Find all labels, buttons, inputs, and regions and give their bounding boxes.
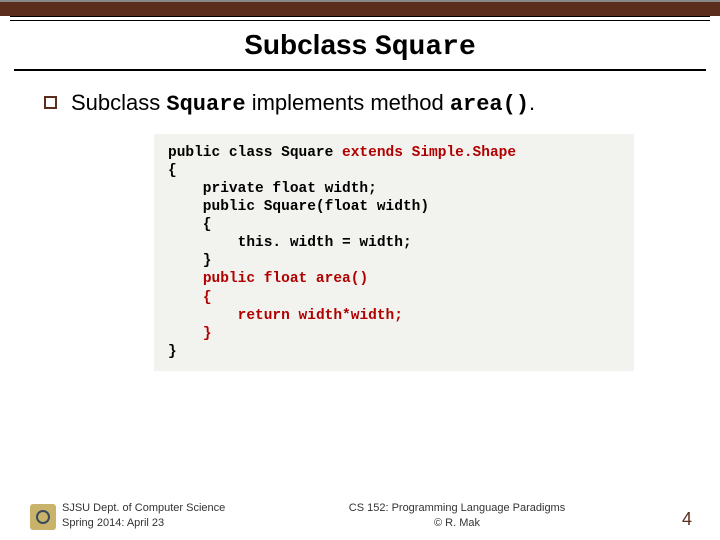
code-line: }: [168, 252, 620, 270]
bullet-suffix: .: [529, 90, 535, 115]
code-line: }: [168, 343, 620, 361]
code-text: public class Square: [168, 145, 342, 161]
rule-line-2: [10, 19, 710, 21]
code-line: this. width = width;: [168, 234, 620, 252]
title-mono: Square: [375, 32, 476, 63]
code-line: public Square(float width): [168, 198, 620, 216]
code-highlight: public float area(): [203, 271, 368, 287]
code-line: public float area(): [168, 270, 620, 288]
bullet-box-icon: [44, 96, 57, 109]
footer: SJSU Dept. of Computer Science Spring 20…: [0, 501, 720, 530]
code-line: public class Square extends Simple.Shape: [168, 144, 620, 162]
footer-dept: SJSU Dept. of Computer Science: [62, 501, 262, 515]
code-highlight: {: [203, 290, 212, 306]
footer-copyright: © R. Mak: [262, 516, 652, 530]
bullet-item: Subclass Square implements method area()…: [44, 89, 686, 120]
footer-date: Spring 2014: April 23: [62, 516, 262, 530]
footer-course: CS 152: Programming Language Paradigms: [262, 501, 652, 515]
page-number: 4: [652, 509, 692, 530]
code-highlight: return width*width;: [238, 308, 403, 324]
slide-title: Subclass Square: [0, 29, 720, 63]
code-line: private float width;: [168, 180, 620, 198]
code-indent: [168, 290, 203, 306]
bullet-mono-1: Square: [166, 92, 245, 117]
rule-line-1: [10, 16, 710, 17]
code-highlight: }: [203, 326, 212, 342]
footer-center: CS 152: Programming Language Paradigms ©…: [262, 501, 652, 530]
code-line: {: [168, 162, 620, 180]
code-highlight: extends Simple.Shape: [342, 145, 516, 161]
code-line: {: [168, 216, 620, 234]
code-indent: [168, 308, 238, 324]
slide: Subclass Square Subclass Square implemen…: [0, 0, 720, 540]
sjsu-logo-icon: [30, 504, 56, 530]
bullet-mono-2: area(): [450, 92, 529, 117]
footer-left: SJSU Dept. of Computer Science Spring 20…: [62, 501, 262, 530]
code-block: public class Square extends Simple.Shape…: [154, 134, 634, 372]
bullet-text: Subclass Square implements method area()…: [71, 89, 535, 120]
content-area: Subclass Square implements method area()…: [0, 71, 720, 371]
code-line: return width*width;: [168, 307, 620, 325]
bullet-prefix: Subclass: [71, 90, 166, 115]
code-indent: [168, 271, 203, 287]
title-area: Subclass Square: [0, 29, 720, 63]
code-indent: [168, 326, 203, 342]
title-prefix: Subclass: [244, 29, 375, 60]
logo-inner: [36, 510, 50, 524]
top-color-bar: [0, 0, 720, 16]
bullet-mid: implements method: [246, 90, 450, 115]
code-line: }: [168, 325, 620, 343]
code-line: {: [168, 289, 620, 307]
